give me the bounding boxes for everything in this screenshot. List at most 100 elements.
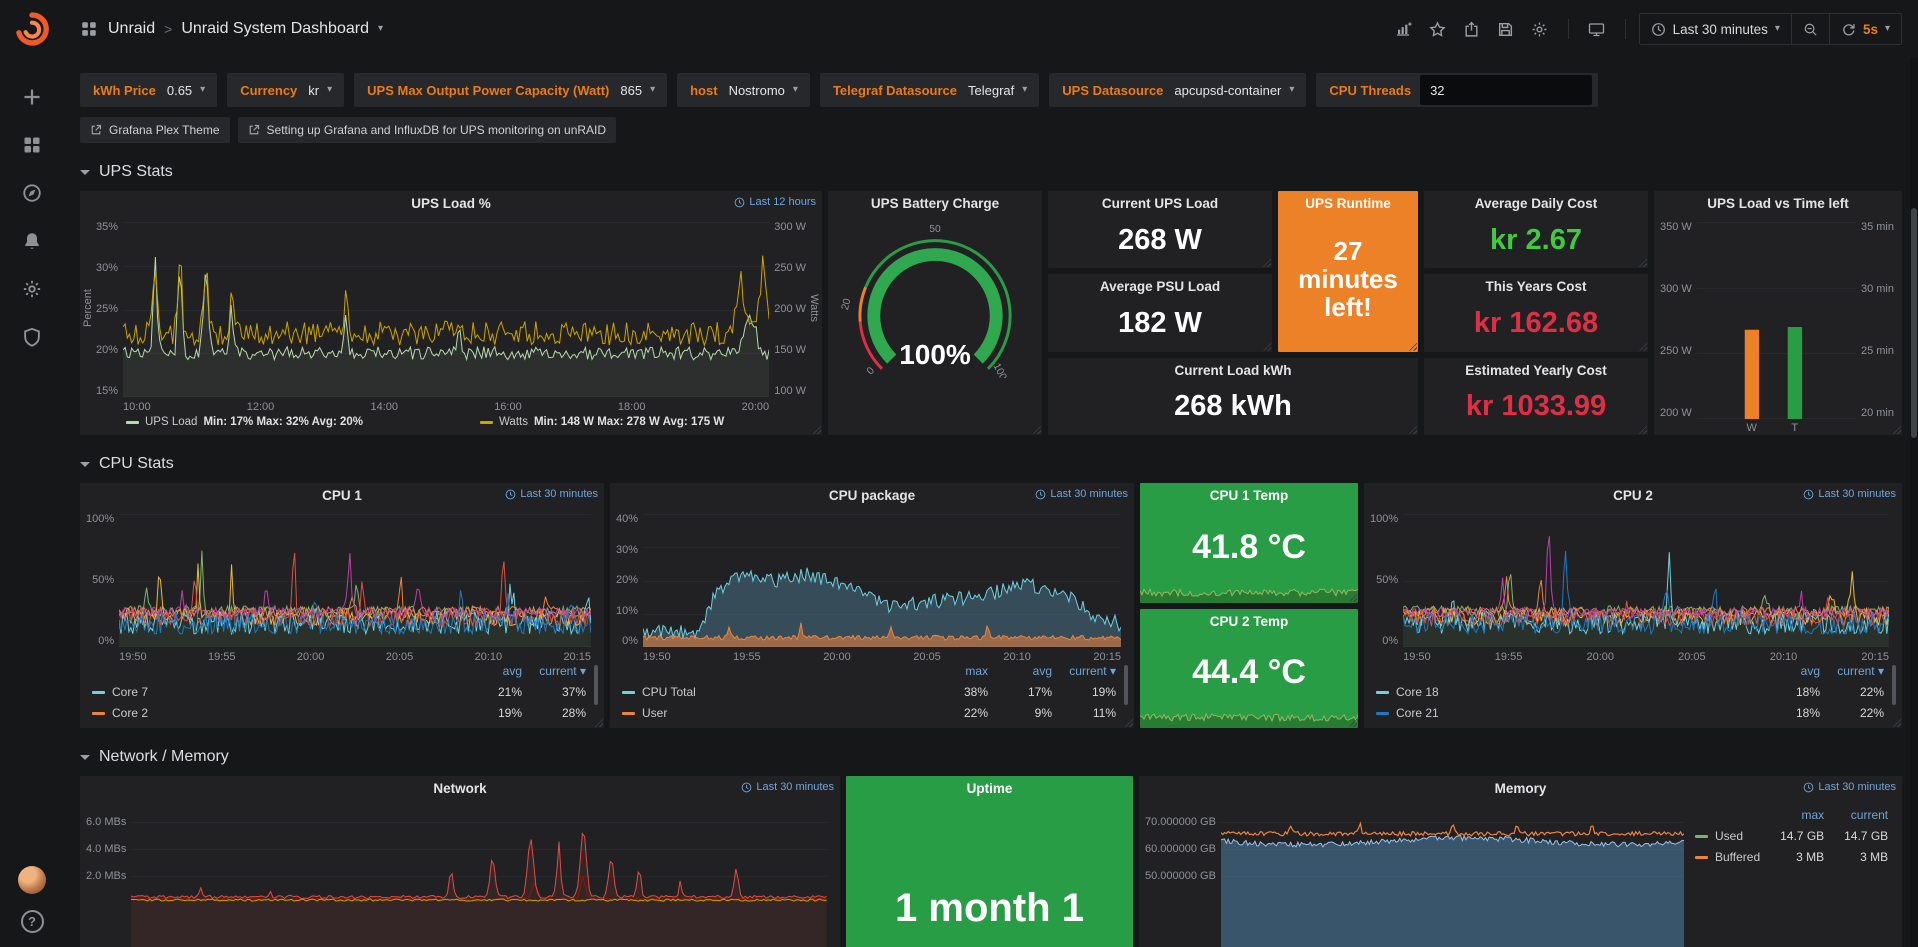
legend-column-header[interactable]: current ▾ <box>1820 665 1884 677</box>
create-plus-icon[interactable] <box>12 78 52 116</box>
refresh-button[interactable]: 5s ▾ <box>1829 14 1901 44</box>
share-dashboard-button[interactable] <box>1457 14 1487 44</box>
plot-area[interactable] <box>643 514 1121 647</box>
page-scrollbar-thumb[interactable] <box>1911 208 1917 438</box>
variable-value[interactable]: apcupsd-container▾ <box>1172 83 1302 98</box>
panel-title[interactable]: CPU 1 Temp <box>1140 483 1358 508</box>
panel-time-range[interactable]: Last 30 minutes <box>1803 781 1896 793</box>
variable-ups-max-output-power-capacity-watt-[interactable]: UPS Max Output Power Capacity (Watt)865▾ <box>354 73 667 107</box>
variable-value[interactable]: 865▾ <box>618 83 663 98</box>
panel-title[interactable]: Average PSU Load <box>1048 274 1272 299</box>
help-icon[interactable]: ? <box>21 910 44 933</box>
panel-title[interactable]: Memory Last 30 minutes <box>1139 776 1902 801</box>
dashboard-link[interactable]: Grafana Plex Theme <box>80 117 230 143</box>
legend-series-name[interactable]: Core 21 <box>1376 707 1756 719</box>
plot-area[interactable] <box>119 514 591 647</box>
variable-value-input[interactable] <box>1420 75 1592 105</box>
panel-title[interactable]: CPU 2 Last 30 minutes <box>1364 483 1902 508</box>
plot-area[interactable] <box>1403 514 1889 647</box>
dashboard-link[interactable]: Setting up Grafana and InfluxDB for UPS … <box>238 117 617 143</box>
panel-title[interactable]: Network Last 30 minutes <box>80 776 840 801</box>
legend-column-header[interactable]: max <box>1760 809 1824 821</box>
add-panel-button[interactable] <box>1389 14 1419 44</box>
variable-kwh-price[interactable]: kWh Price0.65▾ <box>80 73 217 107</box>
legend-column-header[interactable]: current ▾ <box>522 665 586 677</box>
breadcrumb-app[interactable]: Unraid <box>108 20 155 38</box>
variable-currency[interactable]: Currencykr▾ <box>227 73 344 107</box>
panel-title[interactable]: UPS Load % Last 12 hours <box>80 191 822 216</box>
variable-ups-datasource[interactable]: UPS Datasourceapcupsd-container▾ <box>1049 73 1306 107</box>
legend-column-header[interactable]: current ▾ <box>1052 665 1116 677</box>
panel-time-range[interactable]: Last 30 minutes <box>1035 488 1128 500</box>
variable-value[interactable]: 0.65▾ <box>165 83 213 98</box>
row-header-network-memory[interactable]: Network / Memory <box>80 738 1902 776</box>
row-title: Network / Memory <box>99 748 229 766</box>
save-dashboard-button[interactable] <box>1491 14 1521 44</box>
legend-series-name[interactable]: Core 18 <box>1376 686 1756 698</box>
plot-area[interactable] <box>123 222 769 397</box>
mark-favorite-star-button[interactable] <box>1423 14 1453 44</box>
legend-series-name[interactable]: Watts <box>499 416 528 428</box>
variable-telegraf-datasource[interactable]: Telegraf DatasourceTelegraf▾ <box>820 73 1039 107</box>
panel-title[interactable]: Uptime <box>846 776 1133 801</box>
panel-title[interactable]: This Years Cost <box>1424 274 1648 299</box>
panel-title[interactable]: Current UPS Load <box>1048 191 1272 216</box>
panel-time-range[interactable]: Last 12 hours <box>734 196 816 208</box>
user-avatar[interactable] <box>18 866 46 894</box>
legend-column-header[interactable]: max <box>924 665 988 677</box>
legend-column-header[interactable]: avg <box>458 665 522 677</box>
legend-series-name[interactable]: UPS Load <box>145 416 197 428</box>
legend-series-name[interactable]: Used <box>1695 830 1760 842</box>
legend-series-name[interactable]: Buffered <box>1695 851 1760 863</box>
legend-column-header[interactable]: current <box>1824 809 1888 821</box>
grafana-logo-icon[interactable] <box>13 10 51 48</box>
legend-series-name[interactable]: User <box>622 707 924 719</box>
panel-time-range[interactable]: Last 30 minutes <box>741 781 834 793</box>
refresh-interval-label[interactable]: 5s <box>1863 22 1878 37</box>
panel-title[interactable]: CPU package Last 30 minutes <box>610 483 1134 508</box>
plot-area[interactable] <box>1697 222 1856 419</box>
panel-title[interactable]: UPS Load vs Time left <box>1654 191 1902 216</box>
server-admin-shield-icon[interactable] <box>12 318 52 356</box>
variable-value[interactable]: Telegraf▾ <box>966 83 1035 98</box>
variable-cpu-threads[interactable]: CPU Threads <box>1316 73 1598 107</box>
panel-title[interactable]: Estimated Yearly Cost <box>1424 358 1648 383</box>
legend-item[interactable]: WattsMin: 148 W Max: 278 W Avg: 175 W <box>480 416 724 428</box>
panel-time-range[interactable]: Last 30 minutes <box>505 488 598 500</box>
panel-title[interactable]: UPS Runtime <box>1278 191 1418 216</box>
plot-area[interactable] <box>131 807 827 947</box>
explore-compass-icon[interactable] <box>12 174 52 212</box>
row-header-cpu-stats[interactable]: CPU Stats <box>80 445 1902 483</box>
row-header-ups-stats[interactable]: UPS Stats <box>80 153 1902 191</box>
legend-series-name[interactable]: Core 2 <box>92 707 458 719</box>
panel-time-range[interactable]: Last 30 minutes <box>1803 488 1896 500</box>
zoom-out-button[interactable] <box>1791 14 1829 44</box>
panel-title[interactable]: Current Load kWh <box>1048 358 1418 383</box>
legend-series-name[interactable]: CPU Total <box>622 686 924 698</box>
time-range-picker[interactable]: Last 30 minutes ▾ <box>1640 14 1791 44</box>
variable-value[interactable]: kr▾ <box>306 83 340 98</box>
panel-title[interactable]: Average Daily Cost <box>1424 191 1648 216</box>
legend-scrollbar[interactable] <box>1124 665 1128 705</box>
configuration-gear-icon[interactable] <box>12 270 52 308</box>
alerting-bell-icon[interactable] <box>12 222 52 260</box>
breadcrumb-page-title[interactable]: Unraid System Dashboard <box>181 20 369 38</box>
legend-item[interactable]: UPS LoadMin: 17% Max: 32% Avg: 20% <box>126 416 480 428</box>
caret-down-icon[interactable]: ▾ <box>378 24 383 34</box>
cycle-view-monitor-button[interactable] <box>1582 14 1612 44</box>
plot-area[interactable] <box>1221 807 1684 947</box>
variable-host[interactable]: hostNostromo▾ <box>677 73 810 107</box>
variable-value[interactable]: Nostromo▾ <box>727 83 806 98</box>
legend-column-header[interactable]: avg <box>988 665 1052 677</box>
dashboards-icon[interactable] <box>12 126 52 164</box>
legend-column-header[interactable]: avg <box>1756 665 1820 677</box>
panel-title[interactable]: UPS Battery Charge <box>828 191 1042 216</box>
dashboard-grid-icon[interactable] <box>80 20 98 38</box>
legend-scrollbar[interactable] <box>594 665 598 705</box>
panel-title[interactable]: CPU 2 Temp <box>1140 609 1358 634</box>
dashboard-settings-gear-button[interactable] <box>1525 14 1555 44</box>
page-scrollbar[interactable] <box>1910 58 1918 947</box>
legend-scrollbar[interactable] <box>1892 665 1896 705</box>
legend-series-name[interactable]: Core 7 <box>92 686 458 698</box>
panel-title[interactable]: CPU 1 Last 30 minutes <box>80 483 604 508</box>
